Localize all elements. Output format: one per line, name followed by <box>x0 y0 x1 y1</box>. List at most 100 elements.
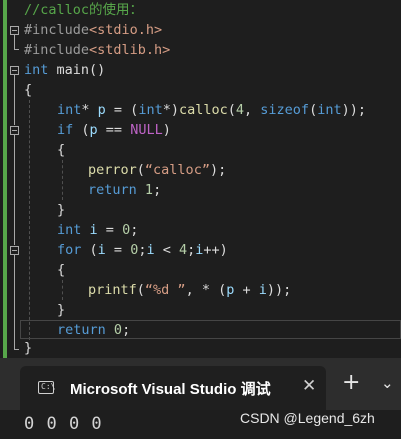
token: calloc <box>178 102 228 118</box>
code-editor[interactable]: //calloc的使用： #include<stdio.h> #include<… <box>0 0 401 358</box>
token: “calloc” <box>144 162 210 178</box>
code-line-1: //calloc的使用： <box>24 0 143 20</box>
preprocessor: #include <box>24 42 90 58</box>
token: ++) <box>203 242 228 258</box>
token: ) <box>162 122 171 138</box>
indent-guide <box>62 160 63 200</box>
token: = <box>97 222 123 238</box>
fold-line <box>14 35 15 49</box>
token: ); <box>209 162 227 178</box>
token: 0 <box>113 322 123 338</box>
token: , * ( <box>185 282 227 298</box>
fold-toggle-if[interactable] <box>10 126 19 135</box>
token: i <box>97 242 106 258</box>
token: 1 <box>144 182 154 198</box>
token: == <box>97 122 131 138</box>
code-line-5: { <box>24 80 32 100</box>
token: + <box>234 282 259 298</box>
token: 4 <box>235 102 245 118</box>
token: i <box>258 282 267 298</box>
chevron-down-icon[interactable]: ⌄ <box>381 374 394 392</box>
fold-line <box>14 255 15 350</box>
token: * <box>81 102 98 118</box>
fold-line-end <box>14 349 19 350</box>
code-line-6: int* p = (int*)calloc(4, sizeof(int)); <box>57 100 366 120</box>
code-line-18: } <box>24 338 32 358</box>
code-line-4: int main() <box>24 60 105 80</box>
code-line-9: perror(“calloc”); <box>88 160 226 180</box>
watermark: CSDN @Legend_6zh <box>240 410 375 426</box>
token: i <box>89 222 98 238</box>
token: int <box>317 102 342 118</box>
token: i <box>146 242 155 258</box>
token: ( <box>73 122 90 138</box>
token: = <box>105 242 131 258</box>
include-file: <stdlib.h> <box>89 42 171 58</box>
token: } <box>24 340 33 356</box>
token: if <box>57 122 74 138</box>
indent-guide <box>62 280 63 300</box>
token: int <box>138 102 163 118</box>
token: *) <box>162 102 179 118</box>
code-line-13: for (i = 0;i < 4;i++) <box>57 240 228 260</box>
token: perror <box>88 162 137 178</box>
code-line-3: #include<stdlib.h> <box>24 40 170 60</box>
token: sizeof <box>260 102 310 118</box>
fold-line <box>14 75 15 125</box>
terminal-icon-text: C:\ <box>41 382 56 391</box>
token: ; <box>122 322 131 338</box>
token: , <box>244 102 261 118</box>
token: NULL <box>130 122 163 138</box>
token: p <box>97 102 106 118</box>
close-icon[interactable]: ✕ <box>302 376 316 396</box>
token: int <box>57 102 82 118</box>
token: } <box>57 302 66 318</box>
token: “%d ” <box>144 282 186 298</box>
plus-icon[interactable]: + <box>342 372 360 394</box>
code-line-14: { <box>57 260 65 280</box>
fold-line-end <box>14 49 19 50</box>
token: = ( <box>105 102 139 118</box>
brace: { <box>24 82 33 98</box>
token: < <box>154 242 179 258</box>
token: return <box>88 182 137 198</box>
code-line-15: printf(“%d ”, * (p + i)); <box>88 280 291 300</box>
terminal-tab[interactable]: C:\ Microsoft Visual Studio 调试‪ ✕ <box>20 366 326 410</box>
code-line-10: return 1; <box>88 180 161 200</box>
token: )); <box>266 282 292 298</box>
fold-toggle-main[interactable] <box>10 66 19 75</box>
token: 4 <box>179 242 188 258</box>
token: ( <box>81 242 98 258</box>
token: ( <box>227 102 236 118</box>
token: ( <box>309 102 318 118</box>
code-line-11: } <box>57 200 65 220</box>
token: )); <box>341 102 366 118</box>
comment: //calloc的使用： <box>24 2 144 18</box>
preprocessor: #include <box>24 22 90 38</box>
token: ( <box>136 282 145 298</box>
code-line-16: } <box>57 300 65 320</box>
indent-guide <box>29 100 30 340</box>
token: return <box>57 322 106 338</box>
code-line-2: #include<stdio.h> <box>24 20 162 40</box>
include-file: <stdio.h> <box>89 22 163 38</box>
terminal-tab-title: Microsoft Visual Studio 调试‪ <box>70 381 271 398</box>
token: for <box>57 242 82 258</box>
token: printf <box>88 282 137 298</box>
token: } <box>57 202 66 218</box>
code-line-12: int i = 0; <box>57 220 138 240</box>
token: { <box>57 142 66 158</box>
fold-toggle-include[interactable] <box>10 26 19 35</box>
token: ; <box>153 182 162 198</box>
change-indicator-bar <box>3 0 7 358</box>
code-line-7: if (p == NULL) <box>57 120 171 140</box>
fold-toggle-for[interactable] <box>10 246 19 255</box>
code-line-17: return 0; <box>57 320 130 340</box>
token: ( <box>136 162 145 178</box>
code-line-8: { <box>57 140 65 160</box>
token: ; <box>130 222 139 238</box>
token: 0 <box>122 222 131 238</box>
function-name: main() <box>48 62 106 78</box>
